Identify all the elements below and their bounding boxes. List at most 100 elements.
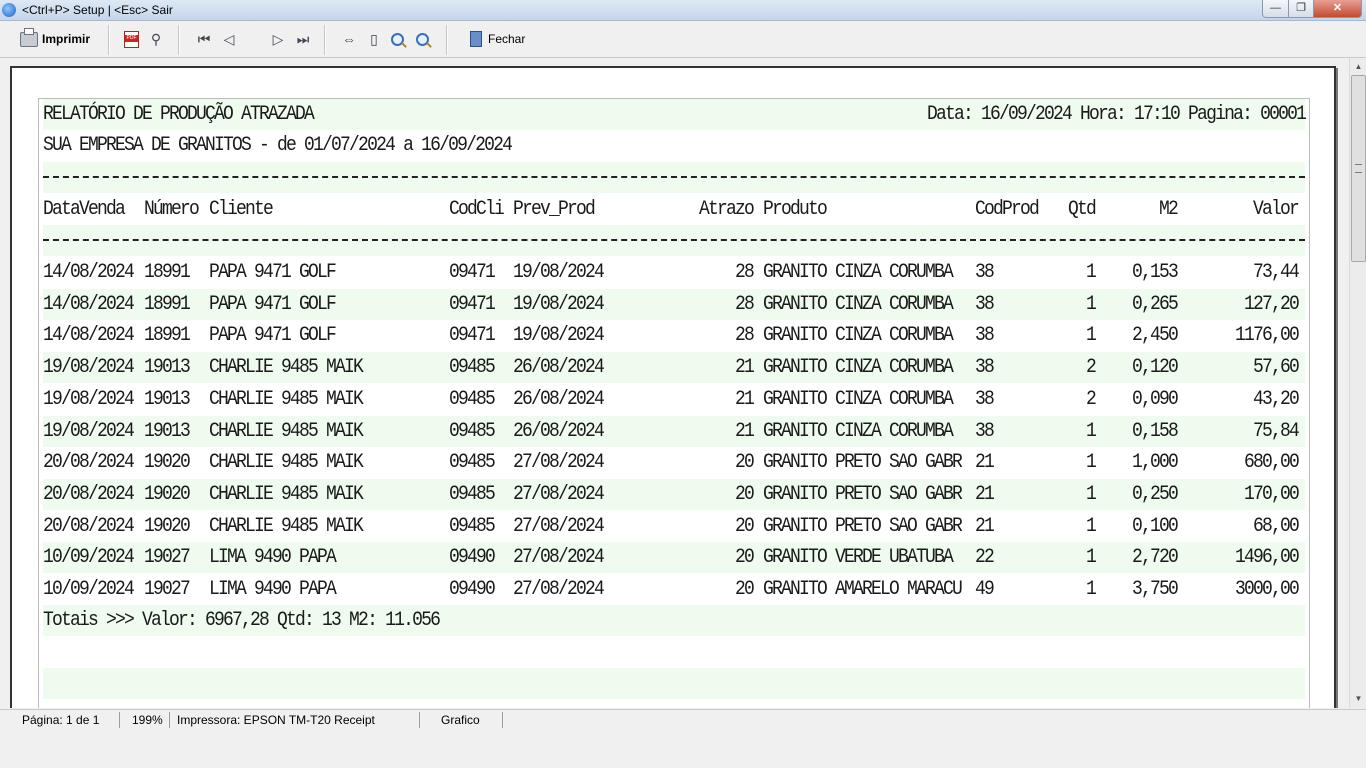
col-datavenda: 10/09/2024 (43, 578, 135, 601)
table-row: 14/08/2024 18991 PAPA 9471 GOLF 09471 19/08/… (43, 257, 1305, 288)
col-prev-prod: 26/08/2024 (513, 356, 605, 380)
last-page-button[interactable]: ⏭ (295, 27, 311, 51)
col-produto: GRANITO PRETO SAO GABR (763, 482, 963, 506)
col-codcli: 09485 (449, 356, 496, 380)
blank-row (43, 668, 1305, 699)
col-m2: 0,158 (1131, 419, 1179, 443)
col-codprod: 38 (975, 387, 995, 411)
col-valor: 57,60 (1252, 356, 1300, 380)
col-m2: 2,720 (1131, 546, 1179, 570)
whole-page-button[interactable]: ▯ (366, 27, 382, 51)
col-atrazo: 20 (734, 546, 755, 570)
next-page-button[interactable]: ▷ (270, 27, 286, 51)
col-m2: 2,450 (1131, 324, 1179, 348)
minimize-button[interactable]: — (1262, 0, 1289, 18)
first-page-button[interactable]: ⏮ (196, 27, 212, 51)
col-numero-header: Número (144, 198, 200, 221)
col-prev-prod: 27/08/2024 (513, 482, 605, 506)
col-numero: 18991 (144, 292, 191, 316)
col-atrazo: 28 (734, 261, 755, 284)
col-codcli: 09485 (449, 451, 496, 475)
col-codprod: 49 (975, 578, 995, 601)
col-atrazo: 28 (734, 324, 755, 348)
table-row: 19/08/2024 19013 CHARLIE 9485 MAIK 09485 26/… (43, 384, 1305, 415)
col-codprod: 21 (975, 514, 995, 538)
table-row: 19/08/2024 19013 CHARLIE 9485 MAIK 09485 26/… (43, 352, 1305, 384)
col-codcli: 09485 (449, 482, 496, 506)
page-width-button[interactable]: ⇔ (341, 27, 357, 51)
col-atrazo: 20 (734, 514, 755, 538)
table-row: 14/08/2024 18991 PAPA 9471 GOLF 09471 19/08/… (43, 288, 1305, 320)
separator-row (43, 162, 1305, 193)
scroll-down-arrow[interactable]: ▼ (1350, 690, 1366, 707)
col-prev-prod-header: Prev_Prod (513, 198, 596, 221)
col-qtd: 1 (1085, 578, 1097, 601)
col-datavenda: 20/08/2024 (43, 482, 135, 506)
col-cliente: PAPA 9471 GOLF (209, 292, 337, 316)
col-atrazo-header: Atrazo (698, 198, 755, 221)
status-zoom: 199% (124, 712, 170, 728)
maximize-button[interactable]: ❐ (1288, 0, 1314, 18)
print-button[interactable]: Imprimir (20, 27, 90, 51)
col-qtd: 1 (1085, 482, 1097, 506)
report-preview-area[interactable]: RELATÓRIO DE PRODUÇÃO ATRAZADA Data: 16/… (0, 58, 1349, 708)
previous-page-icon: ◁ (223, 31, 235, 47)
col-qtd: 1 (1085, 419, 1097, 443)
col-prev-prod: 19/08/2024 (513, 261, 605, 284)
previous-page-button[interactable]: ◁ (221, 27, 237, 51)
status-mode: Grafico (423, 712, 503, 728)
vertical-scrollbar[interactable]: ▲ ▼ (1349, 58, 1366, 708)
title-bar: <Ctrl+P> Setup | <Esc> Sair — ❐ ✕ (0, 0, 1366, 21)
col-cliente: CHARLIE 9485 MAIK (209, 419, 364, 443)
scroll-up-arrow[interactable]: ▲ (1350, 58, 1366, 75)
col-m2: 0,090 (1131, 387, 1179, 411)
find-button[interactable]: ⚲ (148, 27, 164, 51)
col-codprod: 22 (975, 546, 995, 570)
export-pdf-button[interactable] (124, 27, 139, 51)
toolbar-separator (108, 25, 110, 55)
zoom-in-button[interactable] (391, 27, 404, 51)
next-page-icon: ▷ (272, 31, 284, 47)
toolbar-separator (324, 25, 326, 55)
table-row: 19/08/2024 19013 CHARLIE 9485 MAIK 09485 26/… (43, 415, 1305, 447)
col-numero: 19013 (144, 387, 191, 411)
col-codprod-header: CodProd (975, 198, 1040, 221)
report-subtitle: SUA EMPRESA DE GRANITOS - de 01/07/2024 … (43, 134, 513, 157)
col-produto: GRANITO CINZA CORUMBA (763, 292, 954, 316)
dashed-separator (43, 176, 1305, 178)
col-m2: 1,000 (1131, 451, 1179, 475)
report-title: RELATÓRIO DE PRODUÇÃO ATRAZADA (43, 103, 315, 126)
scroll-thumb[interactable] (1351, 75, 1366, 262)
col-valor: 68,00 (1252, 514, 1300, 538)
close-window-button[interactable]: ✕ (1313, 0, 1362, 18)
toolbar-separator (446, 25, 448, 55)
col-qtd: 1 (1085, 451, 1097, 475)
col-datavenda: 14/08/2024 (43, 324, 135, 348)
col-codprod: 38 (975, 292, 995, 316)
col-datavenda: 20/08/2024 (43, 451, 135, 475)
app-icon (2, 3, 16, 17)
col-produto-header: Produto (763, 198, 828, 221)
col-produto: GRANITO PRETO SAO GABR (763, 451, 963, 475)
col-m2: 0,265 (1131, 292, 1179, 316)
close-button[interactable]: Fechar (470, 27, 525, 51)
col-atrazo: 21 (734, 387, 755, 411)
status-bar: Página: 1 de 1 199% Impressora: EPSON TM… (0, 709, 1366, 730)
col-datavenda: 14/08/2024 (43, 261, 135, 284)
status-page: Página: 1 de 1 (2, 712, 120, 728)
col-qtd: 2 (1085, 356, 1097, 380)
col-cliente: PAPA 9471 GOLF (209, 324, 337, 348)
col-m2: 3,750 (1131, 578, 1179, 601)
col-numero: 19027 (144, 578, 191, 601)
col-numero: 19020 (144, 451, 191, 475)
table-row: 20/08/2024 19020 CHARLIE 9485 MAIK 09485 27/… (43, 447, 1305, 478)
col-atrazo: 20 (734, 482, 755, 506)
zoom-out-button[interactable] (416, 27, 429, 51)
col-cliente: CHARLIE 9485 MAIK (209, 387, 364, 411)
col-prev-prod: 26/08/2024 (513, 419, 605, 443)
col-valor: 1176,00 (1234, 324, 1300, 348)
zoom-in-icon (391, 32, 404, 46)
col-codprod: 38 (975, 356, 995, 380)
col-qtd: 1 (1085, 324, 1097, 348)
col-cliente: PAPA 9471 GOLF (209, 261, 337, 284)
